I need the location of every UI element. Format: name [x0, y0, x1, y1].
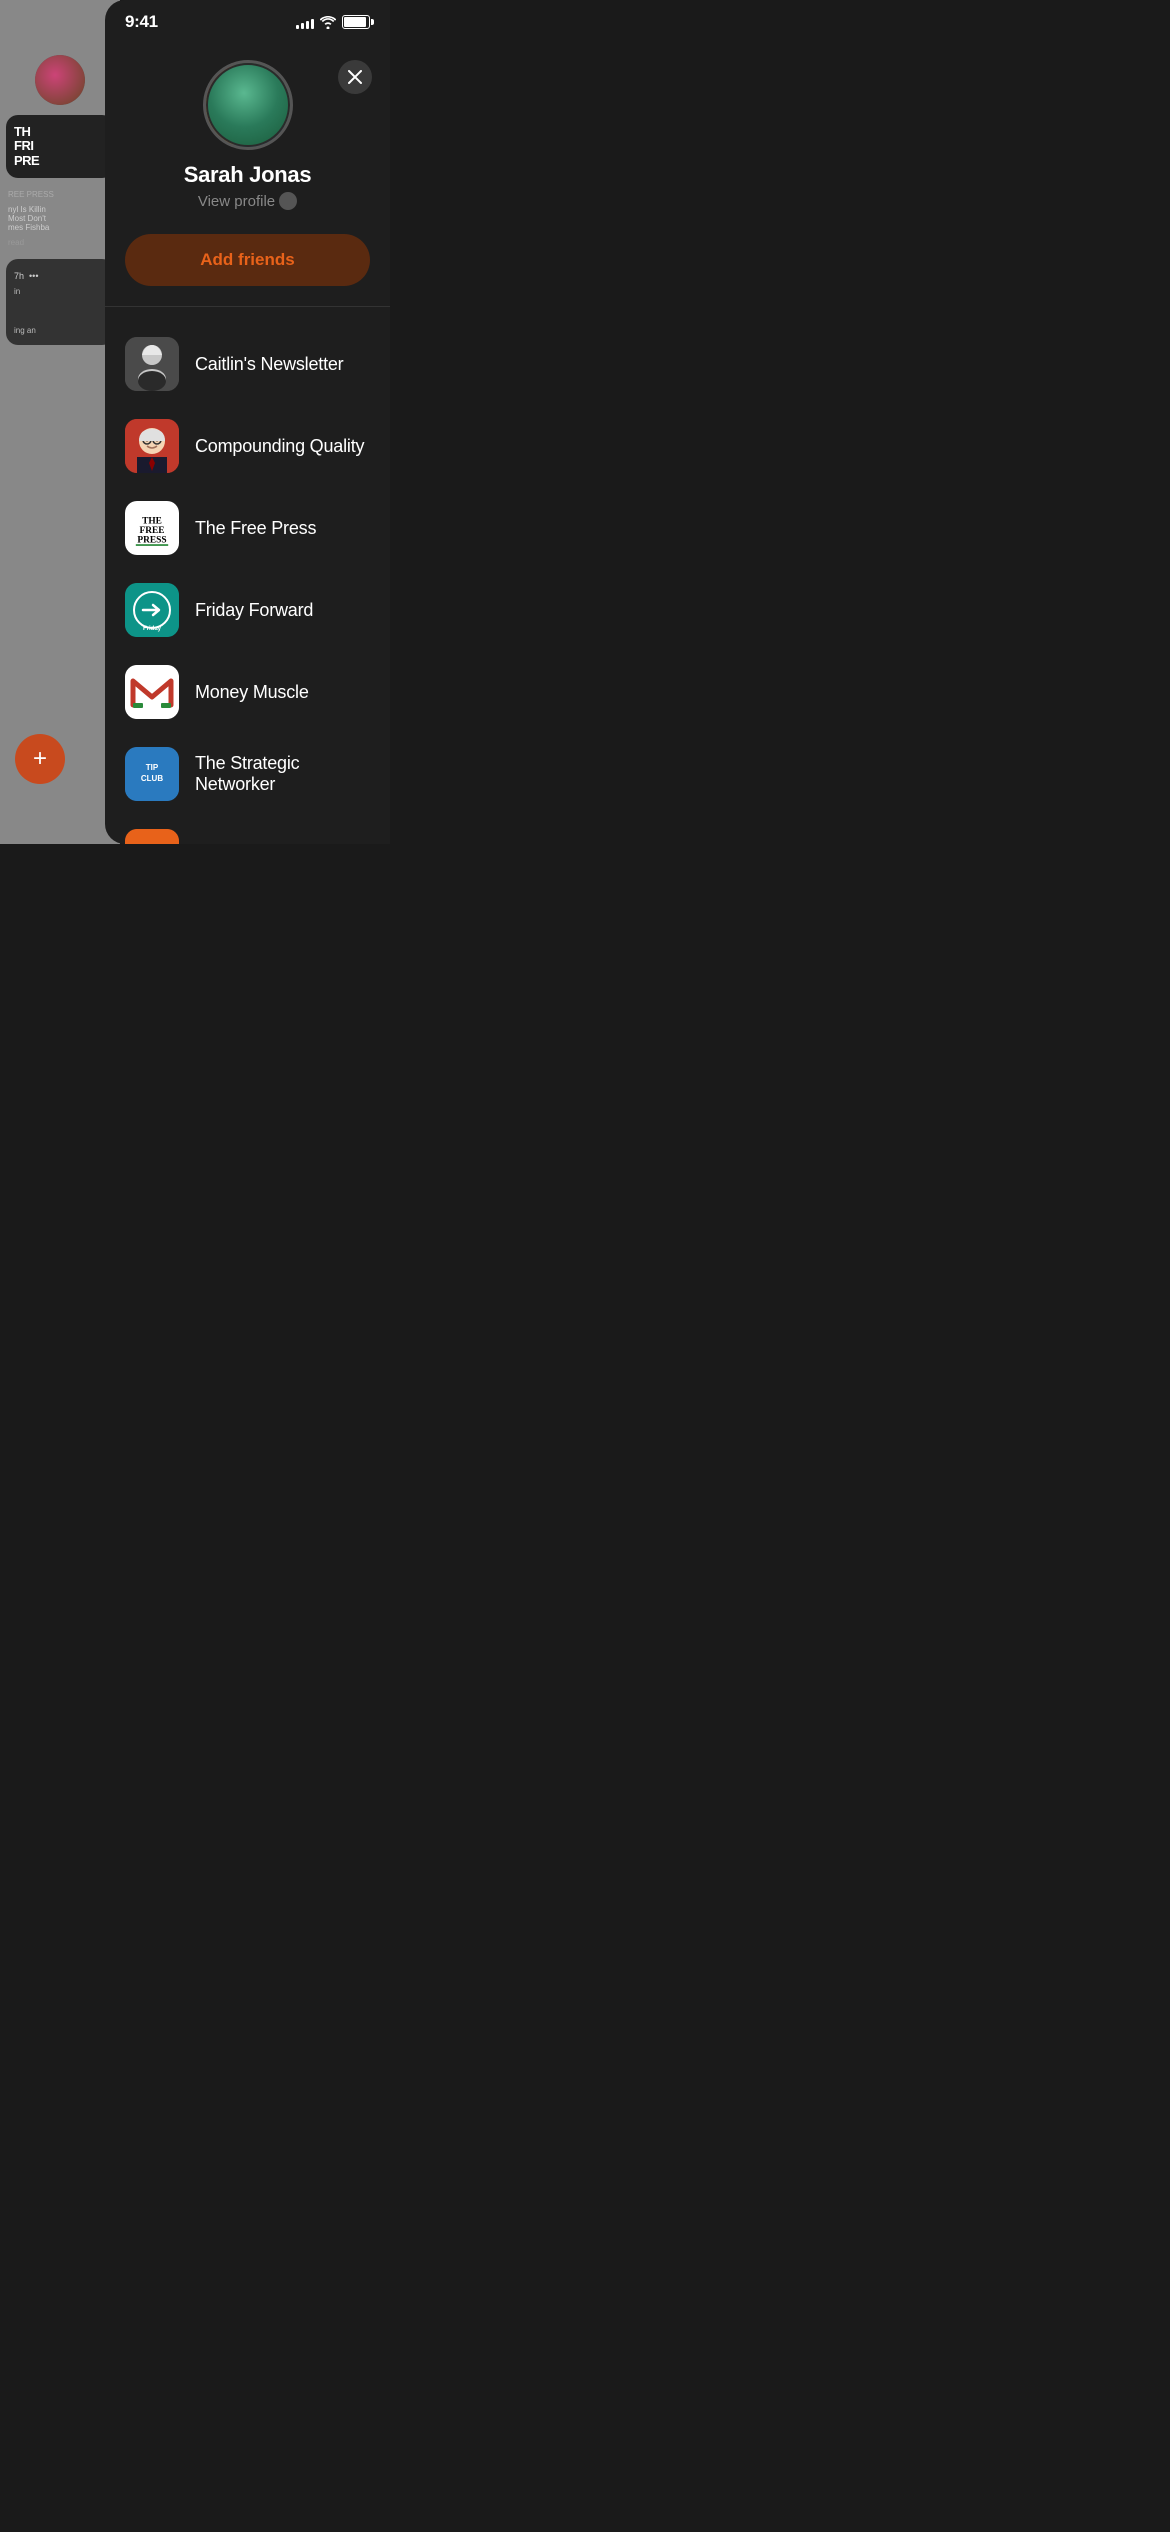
newsletter-name-compounding: Compounding Quality: [195, 436, 364, 457]
newsletter-item-compounding[interactable]: Compounding Quality: [105, 405, 390, 487]
svg-text:CLUB: CLUB: [141, 774, 163, 783]
newsletter-item-substack[interactable]: Substack Reads: [105, 815, 390, 844]
bg-fab-button: +: [15, 734, 65, 784]
newsletter-icon-caitlin: [125, 337, 179, 391]
newsletter-name-caitlin: Caitlin's Newsletter: [195, 354, 343, 375]
close-button[interactable]: [338, 60, 372, 94]
profile-drawer: 9:41 Sarah Jonas View pro: [105, 0, 390, 844]
newsletter-name-friday: Friday Forward: [195, 600, 313, 621]
newsletter-icon-compounding: [125, 419, 179, 473]
svg-text:FREE: FREE: [140, 526, 165, 536]
bg-card-1: THFRIPRE: [6, 115, 114, 178]
newsletter-item-money[interactable]: Money Muscle: [105, 651, 390, 733]
newsletter-icon-friday: Friday: [125, 583, 179, 637]
newsletter-name-freepress: The Free Press: [195, 518, 316, 539]
newsletter-item-caitlin[interactable]: Caitlin's Newsletter: [105, 323, 390, 405]
profile-name: Sarah Jonas: [184, 162, 312, 188]
divider-top: [105, 306, 390, 307]
bg-text-2: nyl Is KillinMost Don'tmes Fishba: [0, 203, 120, 234]
newsletter-icon-substack: [125, 829, 179, 844]
newsletter-name-money: Money Muscle: [195, 682, 309, 703]
svg-text:Friday: Friday: [143, 626, 162, 632]
view-profile-link[interactable]: View profile: [198, 192, 297, 210]
wifi-icon: [320, 16, 336, 29]
bg-avatar: [35, 55, 85, 105]
background-panel: THFRIPRE REE PRESS nyl Is KillinMost Don…: [0, 0, 120, 844]
bg-card-2: 7h ••• in ing an: [6, 259, 114, 345]
svg-text:PRESS: PRESS: [137, 535, 166, 545]
svg-text:TIP: TIP: [146, 763, 159, 772]
newsletter-icon-freepress: THE FREE PRESS: [125, 501, 179, 555]
newsletter-list: Caitlin's Newsletter: [105, 315, 390, 844]
close-icon: [348, 70, 362, 84]
newsletter-item-friday[interactable]: Friday Friday Forward: [105, 569, 390, 651]
status-icons: [296, 15, 370, 29]
bg-read-label: read: [0, 234, 120, 251]
svg-text:THE: THE: [142, 517, 162, 527]
avatar: [203, 60, 293, 150]
signal-icon: [296, 16, 314, 29]
newsletter-icon-tipclub: TIP CLUB: [125, 747, 179, 801]
newsletter-item-freepress[interactable]: THE FREE PRESS The Free Press: [105, 487, 390, 569]
view-profile-dot: [279, 192, 297, 210]
newsletter-icon-money: [125, 665, 179, 719]
add-friends-button[interactable]: Add friends: [125, 234, 370, 286]
newsletter-name-tipclub: The Strategic Networker: [195, 753, 370, 795]
status-bar: 9:41: [105, 0, 390, 40]
status-time: 9:41: [125, 12, 158, 32]
bg-text-1: REE PRESS: [0, 186, 120, 203]
newsletter-item-tipclub[interactable]: TIP CLUB The Strategic Networker: [105, 733, 390, 815]
battery-icon: [342, 15, 370, 29]
